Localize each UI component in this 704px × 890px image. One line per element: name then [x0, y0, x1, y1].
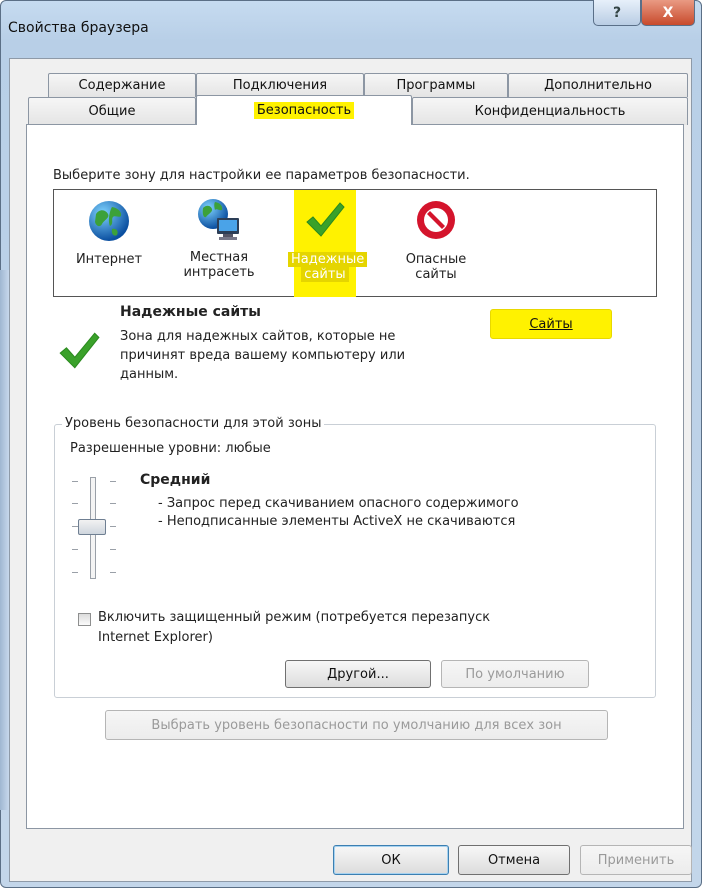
- security-level-bullet-2: - Неподписанные элементы ActiveX не скач…: [158, 514, 516, 529]
- reset-all-zones-button[interactable]: Выбрать уровень безопасности по умолчани…: [105, 710, 608, 740]
- zone-trusted-label-1: Надежные: [288, 252, 368, 267]
- trusted-sites-checkmark-icon: [59, 332, 100, 369]
- slider-tick: [110, 572, 116, 573]
- zone-internet[interactable]: Интернет: [66, 190, 152, 267]
- globe-icon: [89, 201, 129, 241]
- protected-mode-label-2[interactable]: Internet Explorer): [98, 630, 213, 645]
- slider-tick: [110, 526, 116, 527]
- default-level-button[interactable]: По умолчанию: [441, 660, 589, 688]
- zone-intranet-label-1: Местная: [189, 250, 249, 265]
- window-edge: [0, 270, 9, 810]
- security-slider-thumb[interactable]: [78, 519, 106, 535]
- security-level-group-title: Уровень безопасности для этой зоны: [62, 416, 325, 431]
- tab-security-label: Безопасность: [253, 102, 355, 119]
- cancel-button[interactable]: Отмена: [458, 845, 570, 875]
- selected-zone-desc-3: данным.: [120, 367, 179, 382]
- help-button[interactable]: ?: [593, 0, 641, 26]
- close-button[interactable]: X: [641, 0, 695, 26]
- tab-general[interactable]: Общие: [28, 97, 196, 125]
- allowed-levels-text: Разрешенные уровни: любые: [70, 441, 271, 456]
- security-level-name: Средний: [140, 472, 211, 488]
- tab-privacy[interactable]: Конфиденциальность: [412, 97, 688, 125]
- protected-mode-checkbox[interactable]: [78, 613, 91, 626]
- security-level-group: [54, 424, 656, 698]
- zone-prompt: Выберите зону для настройки ее параметро…: [53, 168, 470, 183]
- zone-restricted-label-2: сайты: [415, 267, 457, 282]
- window-title: Свойства браузера: [8, 20, 149, 36]
- protected-mode-label-1[interactable]: Включить защищенный режим (потребуется п…: [98, 610, 490, 625]
- zone-local-intranet[interactable]: Местная интрасеть: [172, 190, 266, 280]
- zone-internet-label: Интернет: [75, 252, 143, 267]
- zone-restricted-label-1: Опасные: [405, 252, 467, 267]
- sites-button-label: Сайты: [529, 316, 573, 332]
- tab-security[interactable]: Безопасность: [196, 95, 412, 125]
- slider-tick: [110, 503, 116, 504]
- tab-connections[interactable]: Подключения: [196, 73, 364, 97]
- ok-button[interactable]: ОК: [333, 845, 449, 875]
- sites-button[interactable]: Сайты: [490, 309, 612, 339]
- slider-tick: [72, 549, 78, 550]
- security-level-bullet-1: - Запрос перед скачиванием опасного соде…: [158, 496, 519, 511]
- intranet-icon: [198, 199, 239, 240]
- zone-trusted-label-2: сайты: [301, 267, 349, 282]
- selected-zone-title: Надежные сайты: [120, 304, 261, 320]
- slider-tick: [110, 549, 116, 550]
- selected-zone-desc-2: причинят вреда вашему компьютеру или: [120, 348, 406, 363]
- apply-button[interactable]: Применить: [580, 845, 692, 875]
- slider-tick: [110, 481, 116, 482]
- no-entry-icon: [417, 201, 455, 239]
- zone-intranet-label-2: интрасеть: [183, 265, 255, 280]
- tab-advanced[interactable]: Дополнительно: [508, 73, 688, 97]
- tab-programs[interactable]: Программы: [364, 73, 508, 97]
- slider-tick: [72, 572, 78, 573]
- slider-tick: [72, 503, 78, 504]
- checkmark-icon: [306, 202, 345, 237]
- tab-content[interactable]: Содержание: [48, 73, 196, 97]
- zone-restricted-sites[interactable]: Опасные сайты: [390, 190, 482, 282]
- zone-trusted-sites[interactable]: Надежные сайты: [288, 190, 368, 282]
- slider-tick: [72, 481, 78, 482]
- selected-zone-desc-1: Зона для надежных сайтов, которые не: [120, 329, 396, 344]
- custom-level-button[interactable]: Другой...: [285, 660, 431, 688]
- zones-list[interactable]: Интернет Местная интрасеть Надежные сайт…: [53, 189, 657, 297]
